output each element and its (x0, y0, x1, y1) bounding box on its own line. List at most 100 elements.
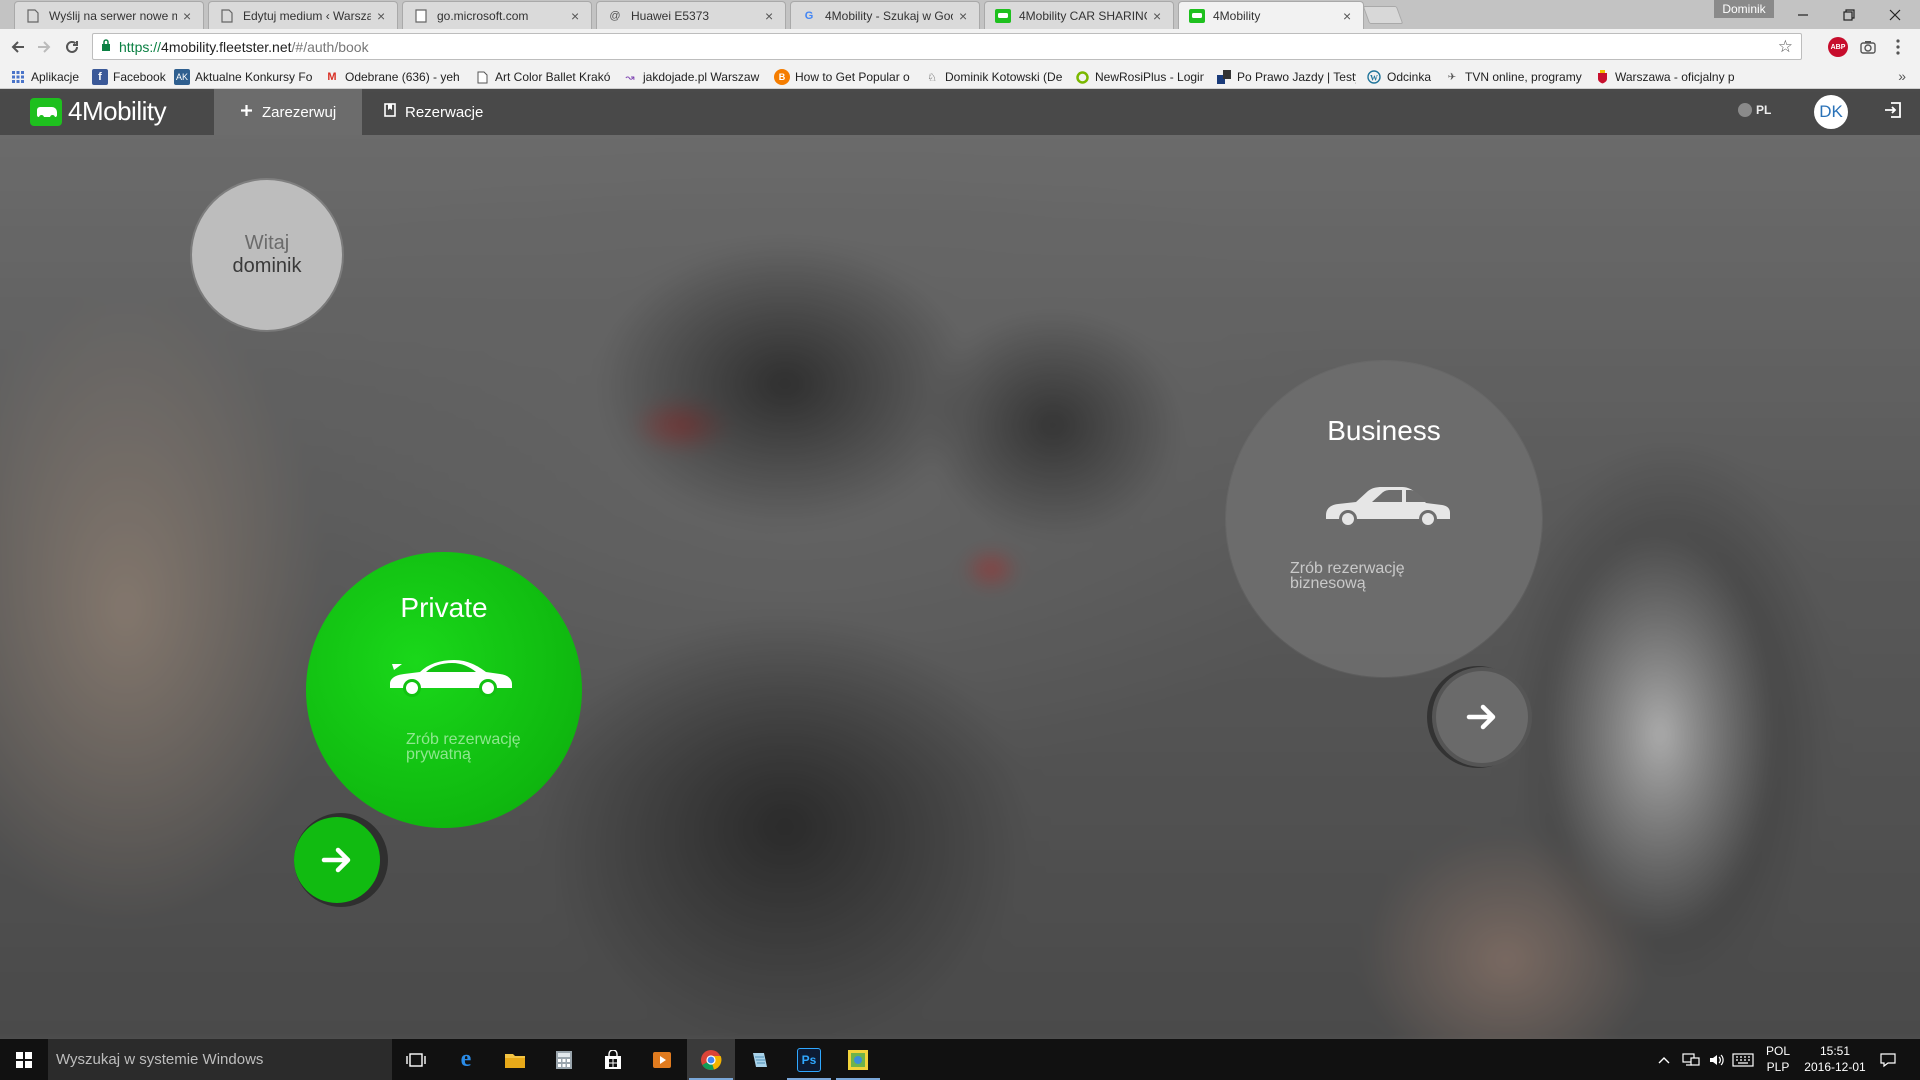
taskbar-app-photoshop[interactable]: Ps (785, 1039, 833, 1080)
business-booking-card[interactable]: Business Zrób rezerwację biznesową (1226, 361, 1542, 677)
taskbar-app-chrome[interactable] (687, 1039, 735, 1080)
4mobility-icon (1189, 8, 1205, 24)
private-title: Private (400, 592, 488, 623)
browser-tab[interactable]: 4Mobility CAR SHARING × (984, 1, 1174, 29)
app-navbar: 4Mobility Zarezerwuj Rezerwacje PL DK (0, 89, 1920, 135)
taskbar-app-paint[interactable] (834, 1039, 882, 1080)
task-view-button[interactable] (392, 1039, 440, 1080)
nav-tab-zarezerwuj[interactable]: Zarezerwuj (214, 89, 363, 135)
close-icon[interactable]: × (1343, 9, 1355, 23)
menu-icon[interactable] (1888, 37, 1908, 57)
bookmarks-bar: Aplikacje f Facebook AK Aktualne Konkurs… (0, 65, 1920, 89)
sports-car-icon (390, 660, 512, 697)
store-icon (601, 1048, 625, 1072)
taskbar-app-notepad[interactable] (736, 1039, 784, 1080)
reload-button[interactable] (60, 35, 84, 59)
language-switcher[interactable]: PL (1738, 103, 1771, 117)
browser-tab[interactable]: G 4Mobility - Szukaj w Goo × (790, 1, 980, 29)
bookmark-item[interactable]: W Odcinka (1366, 68, 1456, 86)
nav-tab-rezerwacje[interactable]: Rezerwacje (358, 89, 509, 135)
profile-button[interactable]: Dominik (1714, 0, 1774, 18)
start-button[interactable] (0, 1039, 48, 1080)
apps-grid-icon (10, 69, 26, 85)
paint-icon (846, 1048, 870, 1072)
logout-button[interactable] (1880, 99, 1906, 125)
sedan-car-icon (1326, 487, 1450, 528)
taskbar-app-calculator[interactable] (540, 1039, 588, 1080)
adblock-plus-icon[interactable]: ABP (1828, 37, 1848, 57)
bookmark-item[interactable]: AK Aktualne Konkursy Fo (174, 68, 316, 86)
bookmark-item[interactable]: Aplikacje (10, 68, 79, 86)
car-logo-icon (30, 97, 62, 126)
browser-tab-active[interactable]: 4Mobility × (1178, 1, 1364, 29)
bookmark-item[interactable]: ↝ jakdojade.pl Warszaw (622, 68, 762, 86)
bookmark-item[interactable]: f Facebook (92, 68, 182, 86)
browser-tab[interactable]: go.microsoft.com × (402, 1, 592, 29)
bookmark-item[interactable]: ✈ TVN online, programy (1444, 68, 1586, 86)
restore-button[interactable] (1826, 0, 1872, 29)
back-button[interactable] (6, 35, 30, 59)
camera-icon[interactable] (1858, 37, 1878, 57)
network-icon[interactable] (1682, 1039, 1700, 1080)
windows-search-box[interactable]: Wyszukaj w systemie Windows (48, 1039, 392, 1080)
input-language[interactable]: POL PLP (1762, 1043, 1794, 1075)
business-go-button[interactable] (1436, 671, 1528, 763)
taskbar-app-file-explorer[interactable] (491, 1039, 539, 1080)
browser-tab-strip: Wyślij na serwer nowe m × Edytuj medium … (0, 0, 1920, 29)
logout-icon (1884, 101, 1902, 124)
minimize-button[interactable] (1780, 0, 1826, 29)
volume-icon[interactable] (1708, 1039, 1724, 1080)
business-title: Business (1327, 415, 1441, 446)
taskbar-app-edge[interactable]: e (442, 1039, 490, 1080)
wordpress-icon: W (1366, 69, 1382, 85)
close-icon[interactable]: × (765, 9, 777, 23)
bookmark-star-icon[interactable]: ☆ (1778, 37, 1793, 57)
close-icon[interactable]: × (959, 9, 971, 23)
brand-name: 4Mobility (68, 96, 167, 126)
media-player-icon (650, 1048, 674, 1072)
google-icon: G (804, 9, 814, 22)
arrow-right-icon (321, 847, 351, 873)
keyboard-icon[interactable] (1732, 1039, 1754, 1080)
bookmark-item[interactable]: Warszawa - oficjalny p (1594, 68, 1734, 86)
bookmarks-overflow-icon[interactable]: » (1898, 68, 1906, 84)
bookmark-item[interactable]: B How to Get Popular o (774, 68, 912, 86)
nav-tab-label: Rezerwacje (405, 103, 484, 121)
file-icon (413, 8, 429, 24)
clock[interactable]: 15:51 2016-12-01 (1800, 1043, 1870, 1075)
brand-link[interactable]: 4Mobility (30, 96, 167, 127)
private-booking-card[interactable]: Private Zrób rezerwację prywatną (306, 552, 582, 828)
private-go-button[interactable] (294, 817, 380, 903)
close-icon[interactable]: × (1153, 9, 1165, 23)
close-icon[interactable]: × (183, 9, 195, 23)
close-icon[interactable]: × (377, 9, 389, 23)
app-viewport: 4Mobility Zarezerwuj Rezerwacje PL DK Wi… (0, 89, 1920, 1039)
nav-tab-label: Zarezerwuj (262, 103, 337, 121)
bookmark-item[interactable]: M Odebrane (636) - yeh (324, 68, 462, 86)
svg-text:W: W (1370, 74, 1378, 83)
address-bar[interactable]: https://4mobility.fleetster.net/#/auth/b… (92, 33, 1802, 60)
taskbar-app-media-player[interactable] (638, 1039, 686, 1080)
close-window-button[interactable] (1872, 0, 1918, 29)
taskbar-app-store[interactable] (589, 1039, 637, 1080)
4mobility-icon (995, 8, 1011, 24)
bookmark-item[interactable]: Po Prawo Jazdy | Testy (1216, 68, 1356, 86)
forward-button[interactable] (32, 35, 56, 59)
private-description: Zrób rezerwację prywatną (406, 731, 521, 763)
browser-tab[interactable]: @ Huawei E5373 × (596, 1, 786, 29)
browser-tab[interactable]: Wyślij na serwer nowe m × (14, 1, 204, 29)
user-avatar[interactable]: DK (1814, 95, 1848, 129)
welcome-username: dominik (232, 255, 302, 277)
close-icon[interactable]: × (571, 9, 583, 23)
bookmark-item[interactable]: ♘ Dominik Kotowski (De (924, 68, 1064, 86)
green-ring-icon (1074, 69, 1090, 85)
bookmark-item[interactable]: NewRosiPlus - Login (1074, 68, 1204, 86)
globe-icon (1738, 103, 1752, 117)
action-center-icon[interactable] (1880, 1039, 1896, 1080)
new-tab-button[interactable] (1362, 6, 1404, 24)
chrome-icon (699, 1048, 723, 1072)
tray-chevron-icon[interactable] (1658, 1039, 1670, 1080)
browser-tab[interactable]: Edytuj medium ‹ Warsza × (208, 1, 398, 29)
url-text: https://4mobility.fleetster.net/#/auth/b… (119, 38, 369, 55)
bookmark-item[interactable]: Art Color Ballet Krakó (474, 68, 612, 86)
